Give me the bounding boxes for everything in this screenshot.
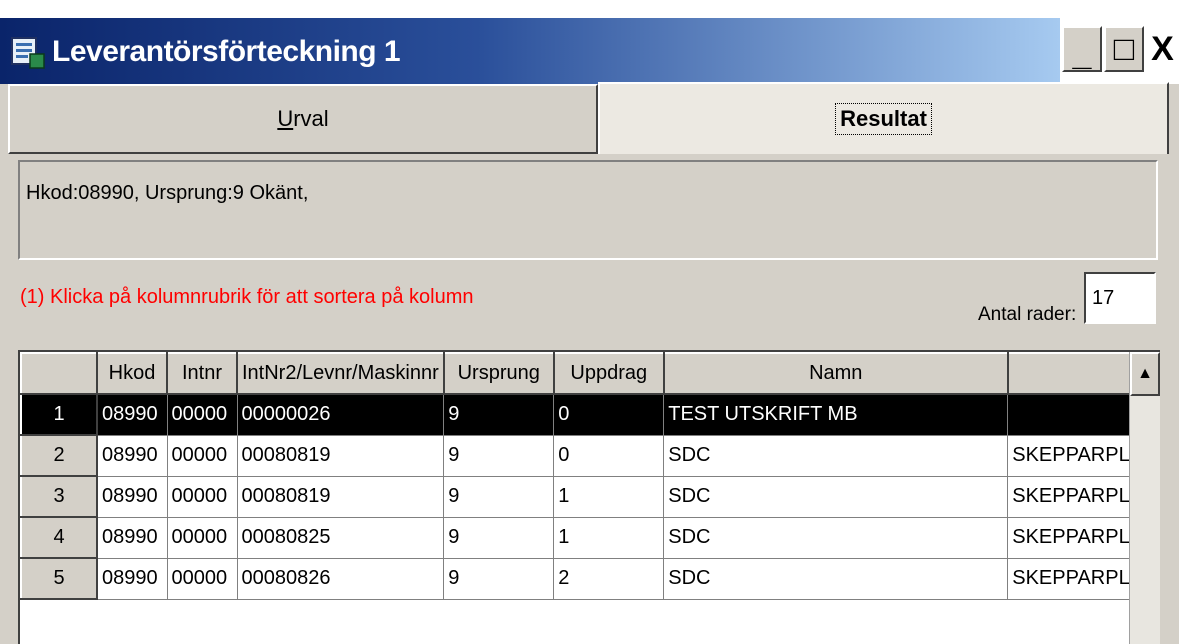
row-number[interactable]: 5 [20,557,98,600]
minimize-button[interactable]: _ [1062,26,1102,73]
cell-intnr2: 00080819 [236,475,445,518]
cell-a [1007,393,1149,436]
cell-intnr2: 00080825 [236,516,445,559]
column-header-hkod[interactable]: Hkod [96,352,168,395]
cell-namn: SDC [663,434,1009,477]
cell-intnr: 00000 [166,393,238,436]
table-row[interactable]: 3 08990 00000 00080819 9 1 SDC SKEPPARPL… [20,475,1149,518]
cell-ursprung: 9 [443,434,555,477]
cell-intnr: 00000 [166,557,238,600]
tab-urval[interactable]: Urval [8,84,598,154]
criteria-summary-text: Hkod:08990, Ursprung:9 Okänt, [26,182,309,204]
cell-hkod: 08990 [96,516,168,559]
cell-a: SKEPPARPLA [1007,475,1149,518]
window-title: Leverantörsförteckning 1 [52,35,401,68]
tab-urval-label: Urval [277,106,329,131]
table-row[interactable]: 4 08990 00000 00080825 9 1 SDC SKEPPARPL… [20,516,1149,559]
app-icon [11,37,45,69]
row-count-label: Antal rader: [978,304,1077,325]
window: Leverantörsförteckning 1 _ □ X Urval Res… [0,0,1179,644]
close-icon: X [1151,29,1174,68]
cell-intnr2: 00080819 [236,434,445,477]
cell-a: SKEPPARPLA [1007,557,1149,600]
tab-resultat-label: Resultat [835,103,932,135]
column-header-a[interactable]: A [1006,352,1149,395]
cell-intnr: 00000 [166,516,238,559]
cell-uppdrag: 1 [553,516,665,559]
column-header-ursprung[interactable]: Ursprung [442,352,555,395]
row-header-corner [20,352,98,395]
cell-namn: TEST UTSKRIFT MB [663,393,1009,436]
cell-intnr2: 00080826 [236,557,445,600]
cell-ursprung: 9 [443,393,555,436]
cell-hkod: 08990 [96,393,168,436]
row-count-field[interactable] [1084,272,1156,324]
row-number[interactable]: 4 [20,516,98,559]
sort-hint: (1) Klicka på kolumnrubrik för att sorte… [20,286,474,308]
scroll-up-button[interactable]: ▲ [1130,352,1160,396]
cell-namn: SDC [663,475,1009,518]
cell-namn: SDC [663,557,1009,600]
cell-intnr: 00000 [166,434,238,477]
cell-hkod: 08990 [96,475,168,518]
scroll-up-icon: ▲ [1137,365,1153,382]
vertical-scrollbar[interactable]: ▲ [1129,352,1160,644]
row-number[interactable]: 1 [20,393,98,436]
cell-a: SKEPPARPLA [1007,516,1149,559]
table-row[interactable]: 5 08990 00000 00080826 9 2 SDC SKEPPARPL… [20,557,1149,600]
cell-uppdrag: 0 [553,393,665,436]
cell-ursprung: 9 [443,516,555,559]
cell-namn: SDC [663,516,1009,559]
cell-ursprung: 9 [443,475,555,518]
criteria-summary: Hkod:08990, Ursprung:9 Okänt, [18,160,1158,260]
cell-uppdrag: 0 [553,434,665,477]
column-header-uppdrag[interactable]: Uppdrag [552,352,665,395]
row-number[interactable]: 2 [20,434,98,477]
result-table: Hkod Intnr IntNr2/Levnr/Maskinnr Ursprun… [20,352,1149,600]
close-button[interactable]: X [1146,26,1179,72]
cell-a: SKEPPARPLA [1007,434,1149,477]
maximize-button[interactable]: □ [1104,26,1144,72]
column-header-intnr2[interactable]: IntNr2/Levnr/Maskinnr [236,352,445,395]
cell-ursprung: 9 [443,557,555,600]
title-bar[interactable]: Leverantörsförteckning 1 _ □ X [0,0,1179,84]
cell-uppdrag: 2 [553,557,665,600]
tab-resultat[interactable]: Resultat [598,82,1169,154]
table-row[interactable]: 2 08990 00000 00080819 9 0 SDC SKEPPARPL… [20,434,1149,477]
cell-uppdrag: 1 [553,475,665,518]
cell-intnr2: 00000026 [236,393,445,436]
row-number[interactable]: 3 [20,475,98,518]
cell-hkod: 08990 [96,434,168,477]
column-header-intnr[interactable]: Intnr [166,352,238,395]
result-grid[interactable]: Hkod Intnr IntNr2/Levnr/Maskinnr Ursprun… [18,350,1160,644]
cell-hkod: 08990 [96,557,168,600]
table-row[interactable]: 1 08990 00000 00000026 9 0 TEST UTSKRIFT… [20,393,1149,436]
column-header-namn[interactable]: Namn [662,352,1009,395]
maximize-icon: □ [1113,29,1135,68]
header-row: Hkod Intnr IntNr2/Levnr/Maskinnr Ursprun… [20,352,1149,395]
cell-intnr: 00000 [166,475,238,518]
minimize-icon: _ [1072,34,1092,73]
